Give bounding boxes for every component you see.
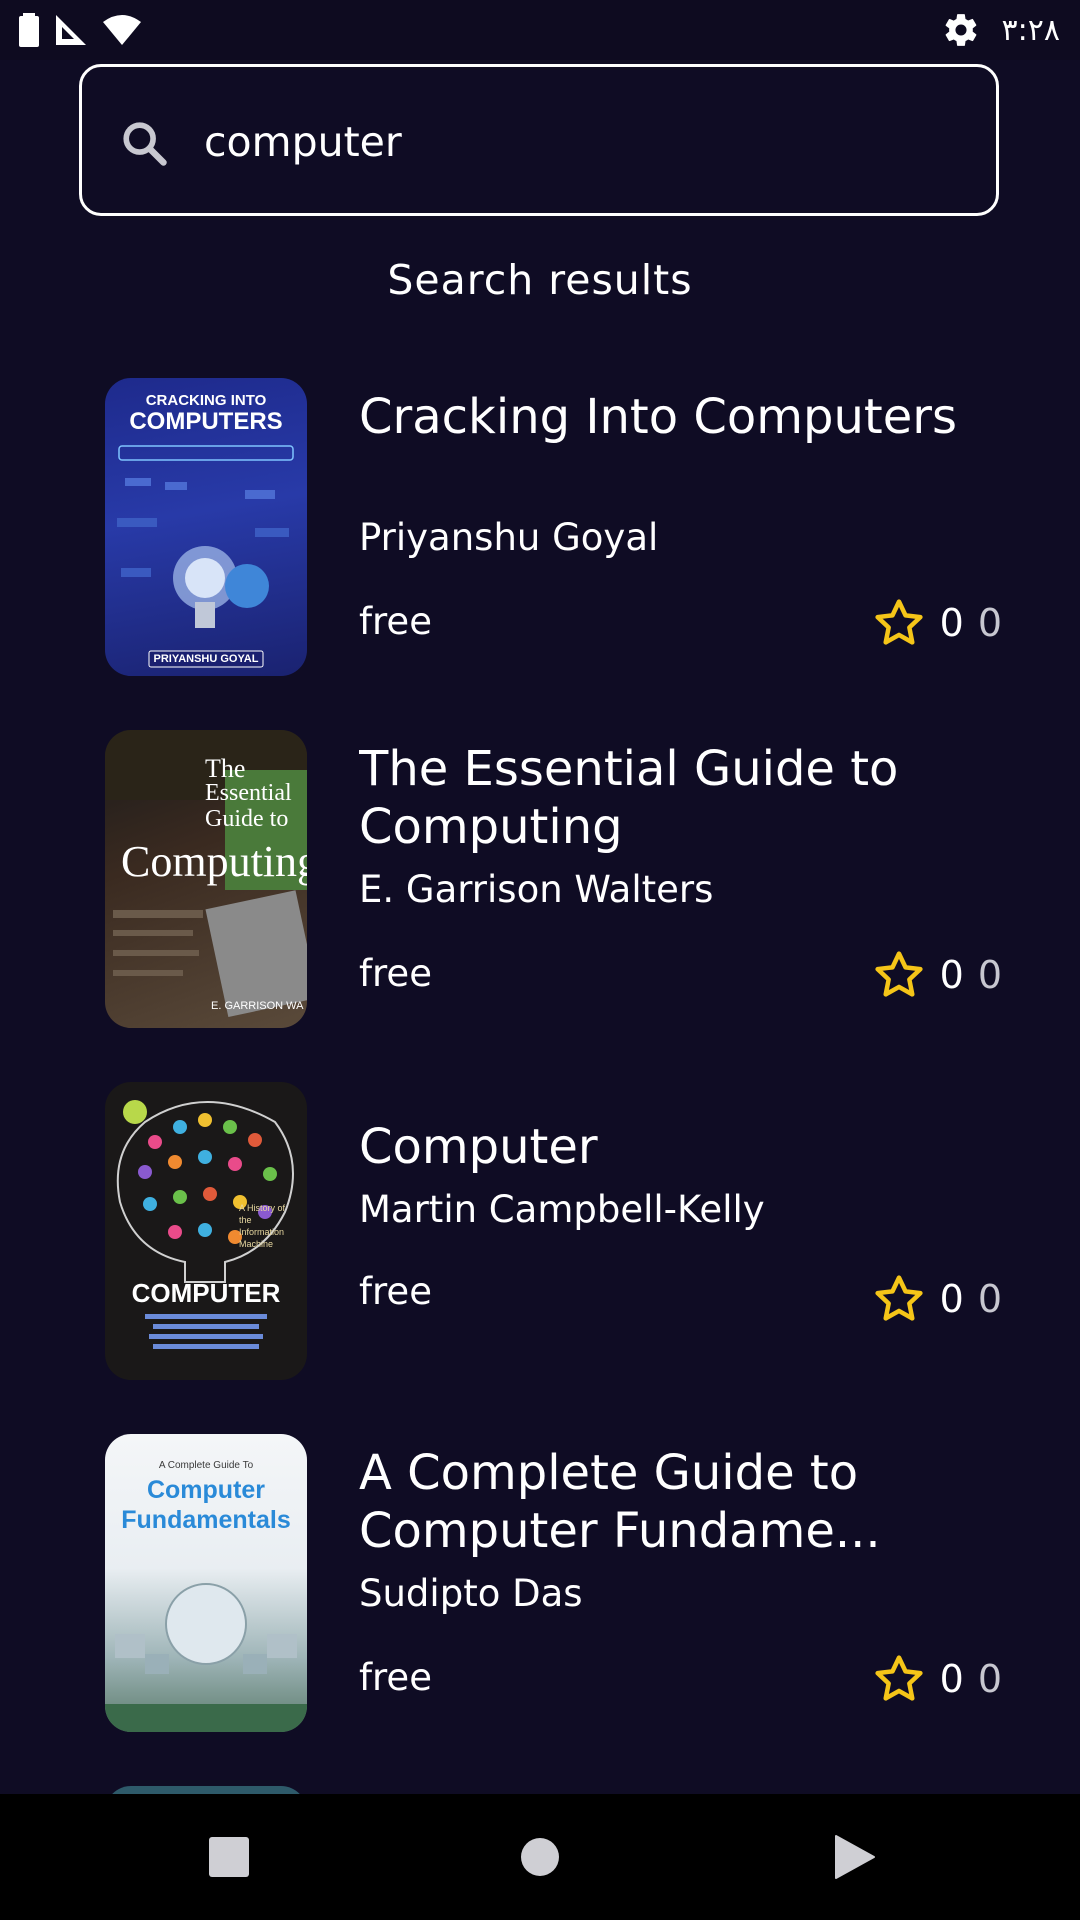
book-title[interactable]: Computer (359, 1118, 979, 1176)
rating: 0 0 (872, 1272, 1002, 1326)
rating: 0 0 (872, 1652, 1002, 1706)
rating-value: 0 (939, 601, 964, 645)
home-button[interactable] (480, 1794, 600, 1920)
cover-authors-lines (145, 1314, 267, 1349)
book-price: free (359, 1270, 432, 1313)
circle-icon (521, 1838, 559, 1876)
battery-icon (19, 13, 39, 47)
book-author: E. Garrison Walters (359, 868, 714, 911)
rating-count: 0 (977, 1277, 1002, 1321)
recents-button[interactable] (169, 1794, 289, 1920)
book-price: free (359, 952, 432, 995)
rating-count: 0 (977, 953, 1002, 997)
signal-icon (56, 15, 86, 45)
book-cover[interactable]: A Complete Guide To Computer Fundamental… (105, 1434, 307, 1732)
navigation-bar (0, 1794, 1080, 1920)
book-price: free (359, 600, 432, 643)
cover-author-text: PRIYANSHU GOYAL (153, 653, 259, 665)
list-item[interactable]: A History of the Information Machine COM… (0, 1082, 1080, 1382)
book-cover[interactable]: The Essential Guide to Computing E. GARR… (105, 730, 307, 1028)
status-bar: ۳:۲۸ (0, 0, 1080, 60)
book-cover[interactable]: A History of the Information Machine COM… (105, 1082, 307, 1380)
list-item[interactable]: CRACKING INTO COMPUTERS PRIYANSHU GOYAL … (0, 378, 1080, 678)
rating-count: 0 (977, 601, 1002, 645)
rating-count: 0 (977, 1657, 1002, 1701)
section-title: Search results (387, 256, 693, 304)
rating: 0 0 (872, 596, 1002, 650)
cover-author-text: E. GARRISON WA (211, 1000, 304, 1012)
rating-value: 0 (939, 953, 964, 997)
star-outline-icon (875, 599, 923, 645)
book-author: Sudipto Das (359, 1572, 583, 1615)
list-item[interactable]: The Essential Guide to Computing E. GARR… (0, 730, 1080, 1030)
rating-value: 0 (939, 1277, 964, 1321)
book-title[interactable]: A Complete Guide to Computer Fundame... (359, 1444, 979, 1560)
list-item[interactable]: A Complete Guide To Computer Fundamental… (0, 1434, 1080, 1734)
book-cover[interactable]: CRACKING INTO COMPUTERS PRIYANSHU GOYAL (105, 378, 307, 676)
search-input[interactable] (204, 107, 944, 177)
rating-value: 0 (939, 1657, 964, 1701)
star-outline-icon (875, 951, 923, 997)
status-time: ۳:۲۸ (1001, 12, 1060, 48)
book-author: Martin Campbell-Kelly (359, 1188, 765, 1231)
book-title[interactable]: Cracking Into Computers (359, 388, 979, 446)
search-box[interactable] (79, 64, 999, 216)
cover-art (105, 1583, 307, 1732)
wifi-icon (103, 15, 141, 45)
square-icon (209, 1837, 249, 1877)
book-price: free (359, 1656, 432, 1699)
cover-art (117, 445, 294, 668)
triangle-icon (835, 1835, 875, 1879)
book-title[interactable]: The Essential Guide to Computing (359, 740, 979, 856)
search-icon[interactable] (118, 117, 170, 169)
gear-icon (945, 14, 976, 46)
star-outline-icon (875, 1275, 923, 1321)
cover-line3-text: Guide to (205, 806, 289, 832)
status-icons-left (18, 12, 142, 48)
star-outline-icon (875, 1655, 923, 1701)
book-author: Priyanshu Goyal (359, 516, 659, 559)
cover-line2-text: Essential (205, 780, 292, 806)
status-icons-right: ۳:۲۸ (942, 10, 1060, 50)
back-button[interactable] (795, 1794, 915, 1920)
rating: 0 0 (872, 948, 1002, 1002)
cover-main-text: Computing (121, 837, 307, 886)
